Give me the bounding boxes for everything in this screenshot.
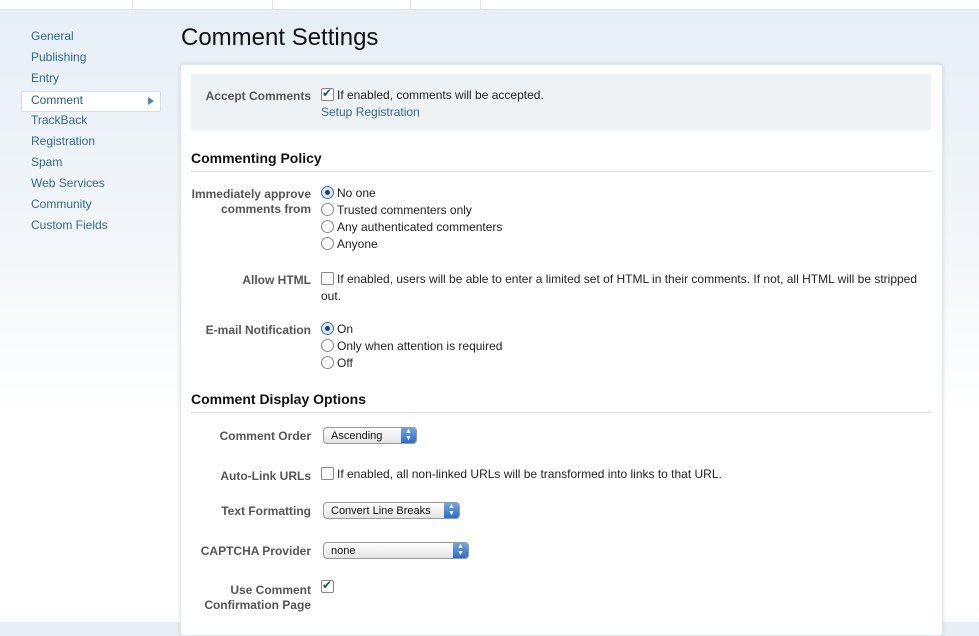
approve-label-line2: comments from: [220, 202, 311, 216]
display-options-heading: Comment Display Options: [191, 391, 931, 413]
top-tab[interactable]: [272, 0, 411, 9]
accept-comments-description: If enabled, comments will be accepted.: [337, 88, 544, 102]
select-value: Convert Line Breaks: [331, 505, 431, 517]
sidebar-item-comment[interactable]: Comment: [21, 91, 161, 112]
sidebar-item-community[interactable]: Community: [21, 196, 161, 217]
allow-html-description-line2: out.: [321, 289, 342, 303]
email-option-on[interactable]: On: [321, 321, 502, 338]
auto-link-field: If enabled, all non-linked URLs will be …: [321, 466, 722, 483]
updown-arrows-icon: ▲ ▼: [444, 503, 459, 518]
option-label: On: [337, 322, 354, 336]
radio-button[interactable]: [321, 339, 334, 352]
top-tab-bar: [0, 0, 979, 10]
sidebar-item-general[interactable]: General: [21, 28, 161, 49]
approve-option-trusted[interactable]: Trusted commenters only: [321, 202, 502, 219]
auto-link-label: Auto-Link URLs: [220, 469, 311, 483]
approve-comments-label: Immediately approve comments from: [181, 187, 311, 217]
updown-arrows-icon: ▲ ▼: [401, 428, 416, 443]
radio-button[interactable]: [321, 203, 334, 216]
allow-html-checkbox[interactable]: [321, 272, 334, 285]
sidebar-item-custom-fields[interactable]: Custom Fields: [21, 217, 161, 238]
accept-comments-field: If enabled, comments will be accepted. S…: [321, 85, 544, 121]
approve-option-authenticated[interactable]: Any authenticated commenters: [321, 219, 502, 236]
sidebar-item-trackback[interactable]: TrackBack: [21, 112, 161, 133]
top-tab[interactable]: [410, 0, 481, 9]
radio-button[interactable]: [321, 220, 334, 233]
allow-html-field: If enabled, users will be able to enter …: [321, 271, 921, 305]
auto-link-description: If enabled, all non-linked URLs will be …: [337, 467, 722, 481]
comment-order-select[interactable]: Ascending ▲ ▼: [323, 427, 417, 444]
captcha-provider-select[interactable]: none ▲ ▼: [323, 542, 469, 559]
radio-button[interactable]: [321, 322, 334, 335]
select-value: none: [331, 545, 356, 557]
approve-label-line1: Immediately approve: [191, 187, 311, 201]
confirmation-page-checkbox[interactable]: [321, 577, 334, 594]
radio-button[interactable]: [321, 356, 334, 369]
settings-panel: Accept Comments If enabled, comments wil…: [180, 64, 943, 636]
sidebar-item-label: Comment: [31, 93, 84, 107]
email-notification-options: On Only when attention is required Off: [321, 321, 502, 372]
sidebar-item-spam[interactable]: Spam: [21, 154, 161, 175]
setup-registration-link[interactable]: Setup Registration: [321, 105, 420, 119]
email-notification-label: E-mail Notification: [205, 323, 311, 337]
auto-link-checkbox[interactable]: [321, 467, 334, 480]
accept-comments-checkbox[interactable]: [321, 85, 334, 102]
radio-button[interactable]: [321, 186, 334, 199]
option-label: Only when attention is required: [337, 339, 503, 353]
allow-html-description-line1: If enabled, users will be able to enter …: [337, 272, 918, 286]
allow-html-label: Allow HTML: [242, 273, 311, 287]
comment-order-label: Comment Order: [219, 429, 311, 443]
commenting-policy-heading: Commenting Policy: [191, 150, 931, 172]
settings-sidebar: General Publishing Entry Comment TrackBa…: [21, 28, 161, 238]
confirmation-label-line1: Use Comment: [230, 583, 311, 597]
captcha-provider-label: CAPTCHA Provider: [200, 544, 311, 558]
updown-arrows-icon: ▲ ▼: [453, 543, 468, 558]
sidebar-item-registration[interactable]: Registration: [21, 133, 161, 154]
option-label: Anyone: [337, 237, 378, 251]
confirmation-label-line2: Confirmation Page: [204, 598, 311, 612]
approve-comments-options: No one Trusted commenters only Any authe…: [321, 185, 502, 253]
text-formatting-select[interactable]: Convert Line Breaks ▲ ▼: [323, 502, 460, 519]
option-label: Any authenticated commenters: [337, 220, 503, 234]
option-label: Trusted commenters only: [337, 203, 472, 217]
radio-button[interactable]: [321, 237, 334, 250]
top-tab[interactable]: [0, 0, 133, 9]
confirmation-page-label: Use Comment Confirmation Page: [181, 583, 311, 613]
top-tab[interactable]: [132, 0, 273, 9]
approve-option-anyone[interactable]: Anyone: [321, 236, 502, 253]
option-label: No one: [337, 186, 376, 200]
sidebar-item-publishing[interactable]: Publishing: [21, 49, 161, 70]
accept-comments-label: Accept Comments: [205, 89, 311, 103]
text-formatting-label: Text Formatting: [221, 504, 311, 518]
sidebar-item-web-services[interactable]: Web Services: [21, 175, 161, 196]
email-option-off[interactable]: Off: [321, 355, 502, 372]
confirmation-page-field: [321, 577, 337, 596]
email-option-attention[interactable]: Only when attention is required: [321, 338, 502, 355]
triangle-right-icon: [148, 97, 154, 105]
select-value: Ascending: [331, 430, 383, 442]
option-label: Off: [337, 356, 353, 370]
page-title: Comment Settings: [181, 24, 379, 51]
approve-option-no-one[interactable]: No one: [321, 185, 502, 202]
sidebar-item-entry[interactable]: Entry: [21, 70, 161, 91]
